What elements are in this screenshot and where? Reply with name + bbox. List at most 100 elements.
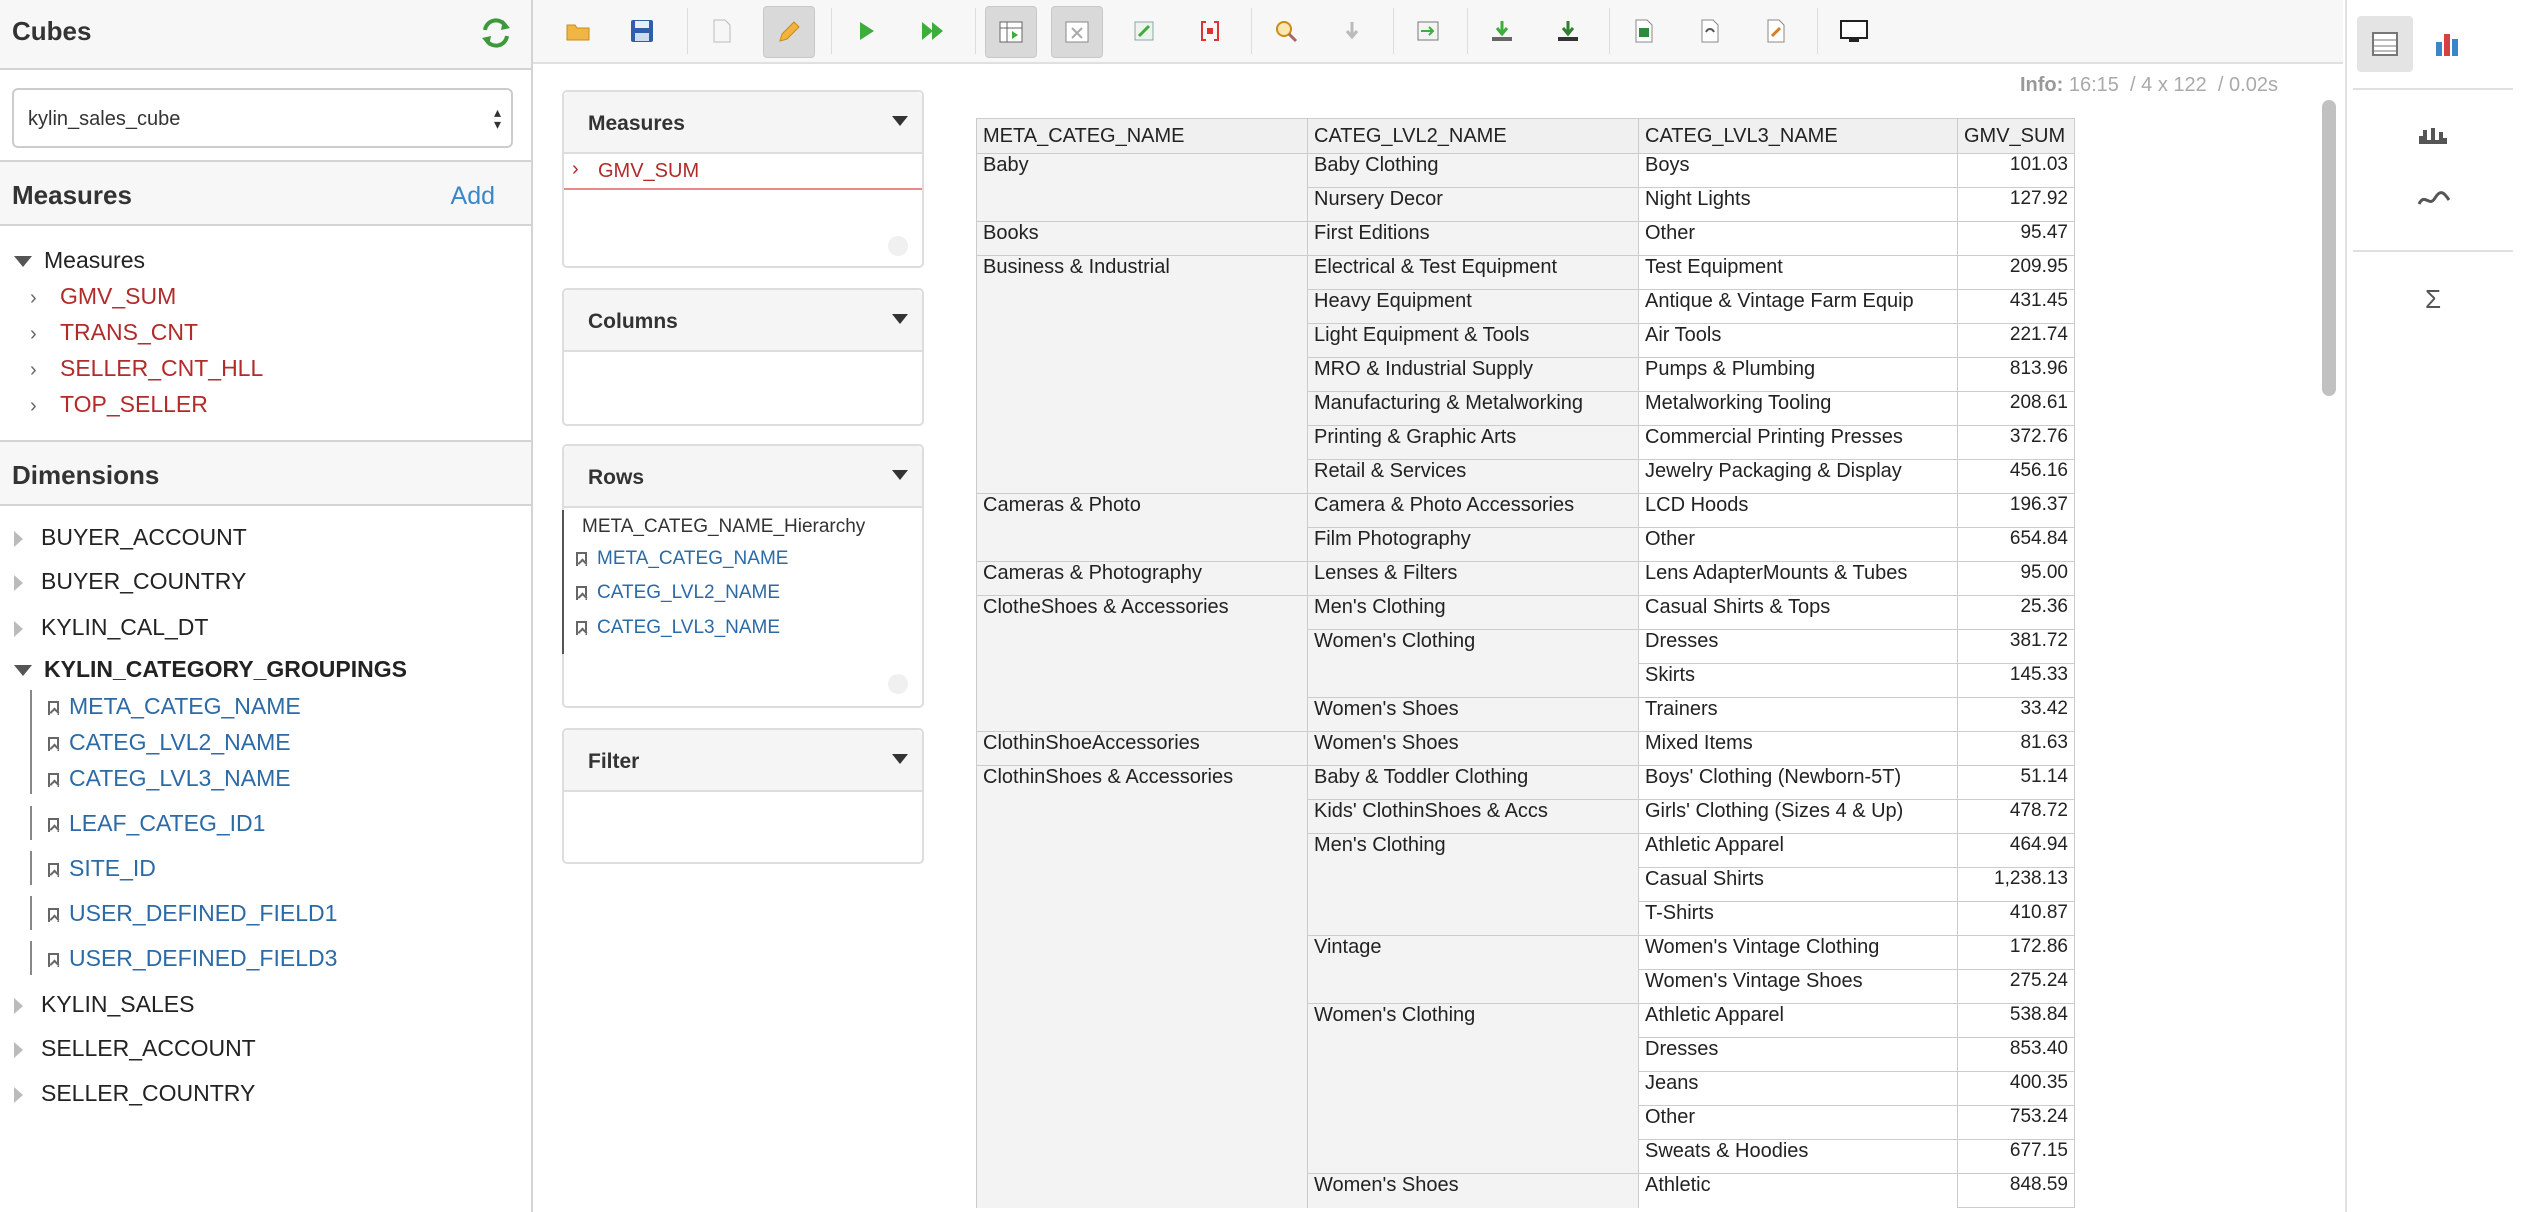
row-header-cell[interactable]: Other xyxy=(1638,1105,1958,1140)
export-button[interactable] xyxy=(1403,6,1453,56)
column-header[interactable]: CATEG_LVL2_NAME xyxy=(1307,118,1639,154)
row-header-cell[interactable]: Girls' Clothing (Sizes 4 & Up) xyxy=(1638,799,1958,834)
row-header-cell[interactable]: Jewelry Packaging & Display xyxy=(1638,459,1958,494)
filter-drop-panel[interactable]: Filter xyxy=(562,728,924,864)
measure-item[interactable]: › GMV_SUM xyxy=(30,283,176,310)
dimension-item[interactable]: KYLIN_SALES xyxy=(14,991,194,1018)
row-header-cell[interactable]: LCD Hoods xyxy=(1638,493,1958,528)
row-header-cell[interactable] xyxy=(1307,867,1639,902)
row-header-cell[interactable]: Women's Clothing xyxy=(1307,629,1639,664)
row-header-cell[interactable] xyxy=(1307,1139,1639,1174)
row-header-cell[interactable]: Cameras & Photography xyxy=(976,561,1308,596)
row-header-cell[interactable]: Air Tools xyxy=(1638,323,1958,358)
row-header-cell[interactable]: T-Shirts xyxy=(1638,901,1958,936)
row-header-cell[interactable]: Night Lights xyxy=(1638,187,1958,222)
rows-level-item[interactable]: META_CATEG_NAME xyxy=(576,548,788,570)
row-header-cell[interactable]: Jeans xyxy=(1638,1071,1958,1106)
drillthrough-button[interactable] xyxy=(1327,6,1377,56)
row-header-cell[interactable]: Film Photography xyxy=(1307,527,1639,562)
row-header-cell[interactable] xyxy=(1307,663,1639,698)
row-header-cell[interactable] xyxy=(1307,1105,1639,1140)
rows-level-item[interactable]: CATEG_LVL2_NAME xyxy=(576,582,780,604)
row-header-cell[interactable]: Women's Clothing xyxy=(1307,1003,1639,1038)
fullscreen-button[interactable] xyxy=(1827,6,1877,56)
measures-folder[interactable]: Measures xyxy=(14,247,145,274)
row-header-cell[interactable] xyxy=(976,357,1308,392)
refresh-icon[interactable] xyxy=(479,16,513,50)
dimension-item[interactable]: SELLER_ACCOUNT xyxy=(14,1035,256,1062)
measures-drop-panel[interactable]: Measures › GMV_SUM xyxy=(562,90,924,268)
dimension-item[interactable]: SELLER_COUNTRY xyxy=(14,1080,255,1107)
row-header-cell[interactable]: Mixed Items xyxy=(1638,731,1958,766)
measure-item[interactable]: › TRANS_CNT xyxy=(30,319,198,346)
row-header-cell[interactable] xyxy=(976,1139,1308,1174)
edit-button[interactable] xyxy=(763,6,815,58)
row-header-cell[interactable] xyxy=(1307,901,1639,936)
vertical-scrollbar[interactable] xyxy=(2322,100,2336,396)
row-header-cell[interactable]: Baby Clothing xyxy=(1307,153,1639,188)
row-header-cell[interactable]: Athletic xyxy=(1638,1173,1958,1208)
row-header-cell[interactable]: Printing & Graphic Arts xyxy=(1307,425,1639,460)
toggle-fields-button[interactable] xyxy=(985,6,1037,58)
level-item[interactable]: CATEG_LVL2_NAME xyxy=(48,729,291,756)
save-button[interactable] xyxy=(617,6,667,56)
measure-item[interactable]: › TOP_SELLER xyxy=(30,391,208,418)
row-header-cell[interactable]: Other xyxy=(1638,527,1958,562)
row-header-cell[interactable] xyxy=(976,935,1308,970)
row-header-cell[interactable]: Women's Vintage Shoes xyxy=(1638,969,1958,1004)
row-header-cell[interactable] xyxy=(976,391,1308,426)
row-header-cell[interactable]: First Editions xyxy=(1307,221,1639,256)
row-header-cell[interactable] xyxy=(976,289,1308,324)
row-header-cell[interactable]: Casual Shirts & Tops xyxy=(1638,595,1958,630)
row-header-cell[interactable]: Men's Clothing xyxy=(1307,595,1639,630)
zoom-mode-button[interactable] xyxy=(1261,6,1311,56)
add-measure-link[interactable]: Add xyxy=(451,182,495,211)
row-header-cell[interactable]: Metalworking Tooling xyxy=(1638,391,1958,426)
row-header-cell[interactable]: Manufacturing & Metalworking xyxy=(1307,391,1639,426)
row-header-cell[interactable] xyxy=(976,629,1308,664)
row-header-cell[interactable] xyxy=(976,697,1308,732)
row-header-cell[interactable]: Lenses & Filters xyxy=(1307,561,1639,596)
level-item[interactable]: USER_DEFINED_FIELD1 xyxy=(48,900,337,927)
line-chart-button[interactable] xyxy=(2405,172,2461,228)
row-header-cell[interactable]: Boys xyxy=(1638,153,1958,188)
row-header-cell[interactable] xyxy=(976,1037,1308,1072)
swap-axes-button[interactable] xyxy=(1119,6,1169,56)
table-view-button[interactable] xyxy=(2357,16,2413,72)
level-item[interactable]: USER_DEFINED_FIELD3 xyxy=(48,945,337,972)
row-header-cell[interactable] xyxy=(1307,1071,1639,1106)
caret-down-icon[interactable] xyxy=(892,470,908,480)
row-header-cell[interactable]: Baby xyxy=(976,153,1308,188)
row-header-cell[interactable]: MRO & Industrial Supply xyxy=(1307,357,1639,392)
rows-drop-panel[interactable]: Rows META_CATEG_NAME_Hierarchy META_CATE… xyxy=(562,444,924,708)
row-header-cell[interactable] xyxy=(976,833,1308,868)
rows-level-item[interactable]: CATEG_LVL3_NAME xyxy=(576,617,780,639)
export-pdf-button[interactable] xyxy=(1751,6,1801,56)
row-header-cell[interactable] xyxy=(976,1105,1308,1140)
row-header-cell[interactable] xyxy=(976,1173,1308,1208)
row-header-cell[interactable]: Light Equipment & Tools xyxy=(1307,323,1639,358)
chart-view-button[interactable] xyxy=(2419,16,2475,72)
row-header-cell[interactable] xyxy=(976,1071,1308,1106)
row-header-cell[interactable]: Books xyxy=(976,221,1308,256)
column-header[interactable]: CATEG_LVL3_NAME xyxy=(1638,118,1958,154)
row-header-cell[interactable]: Women's Shoes xyxy=(1307,731,1639,766)
column-header[interactable]: META_CATEG_NAME xyxy=(976,118,1308,154)
row-header-cell[interactable]: Pumps & Plumbing xyxy=(1638,357,1958,392)
selected-measure-row[interactable]: › GMV_SUM xyxy=(564,154,922,190)
row-header-cell[interactable]: Skirts xyxy=(1638,663,1958,698)
histogram-button[interactable] xyxy=(2405,108,2461,164)
columns-drop-panel[interactable]: Columns xyxy=(562,288,924,426)
clear-rows-icon[interactable] xyxy=(888,674,908,694)
row-header-cell[interactable]: Other xyxy=(1638,221,1958,256)
row-header-cell[interactable]: Men's Clothing xyxy=(1307,833,1639,868)
row-header-cell[interactable]: Business & Industrial xyxy=(976,255,1308,290)
caret-down-icon[interactable] xyxy=(892,314,908,324)
row-header-cell[interactable]: Boys' Clothing (Newborn-5T) xyxy=(1638,765,1958,800)
row-header-cell[interactable] xyxy=(976,663,1308,698)
row-header-cell[interactable] xyxy=(976,969,1308,1004)
caret-down-icon[interactable] xyxy=(892,116,908,126)
cube-select[interactable]: kylin_sales_cube ▴ ▾ xyxy=(12,88,513,148)
dimension-item[interactable]: BUYER_ACCOUNT xyxy=(14,524,247,551)
row-header-cell[interactable] xyxy=(976,425,1308,460)
